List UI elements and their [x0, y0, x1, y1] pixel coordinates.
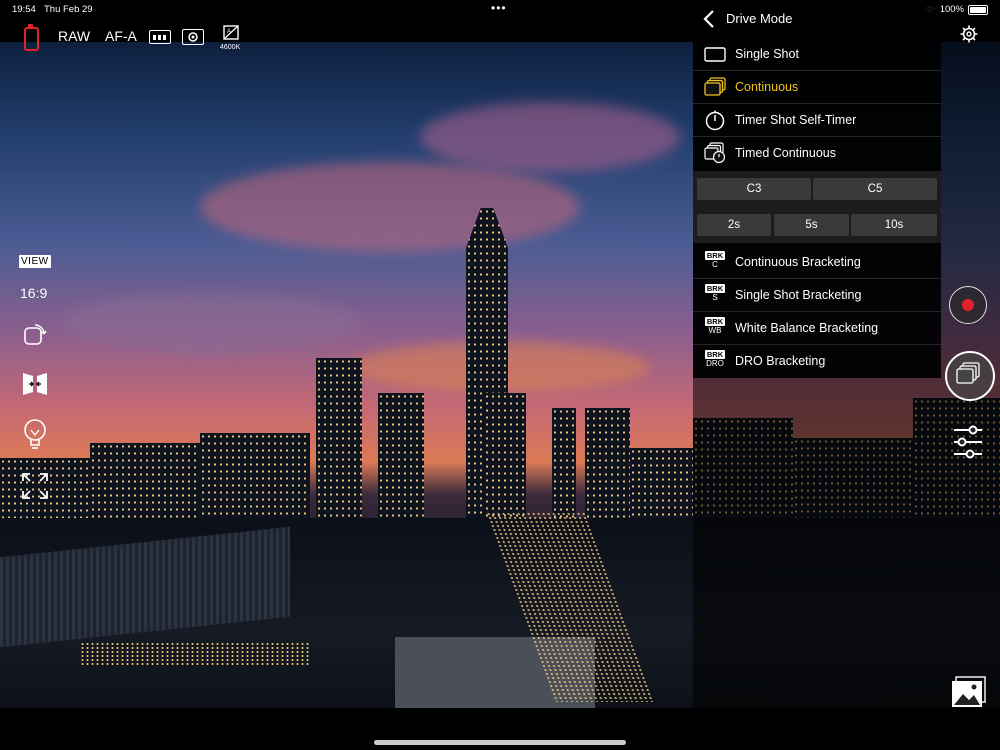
street-lights: [80, 642, 310, 666]
continuous-icon: [704, 77, 726, 96]
drive-mode-label: Continuous: [735, 80, 799, 94]
timer-option-5s[interactable]: 5s: [774, 214, 849, 236]
bracketing-white-balance[interactable]: BRK WB White Balance Bracketing: [693, 311, 941, 345]
timer-option-10s[interactable]: 10s: [851, 214, 937, 236]
drive-mode-panel: Drive Mode Single Shot Continuous Timer …: [693, 0, 941, 378]
white-balance-value: 4600K: [220, 44, 241, 51]
drive-mode-timed-continuous[interactable]: Timed Continuous: [693, 136, 941, 169]
drive-options: C3 C5 2s 5s 10s: [693, 171, 941, 243]
timed-continuous-icon: [704, 142, 726, 164]
raw-button[interactable]: RAW: [58, 28, 90, 44]
status-date: Thu Feb 29: [44, 4, 93, 15]
drive-mode-label: Timer Shot Self-Timer: [735, 113, 857, 127]
bracketing-continuous[interactable]: BRK C Continuous Bracketing: [693, 245, 941, 279]
metering-icon[interactable]: [182, 29, 204, 45]
shutter-button[interactable]: [945, 351, 995, 401]
single-shot-icon: [704, 47, 726, 62]
bracket-badge-icon: BRK DRO: [705, 350, 725, 368]
continuous-icon: [956, 362, 980, 384]
cloud: [420, 102, 680, 172]
bracket-badge-icon: BRK WB: [705, 317, 725, 335]
bracket-badge-icon: BRK S: [705, 284, 725, 302]
bracketing-label: White Balance Bracketing: [735, 321, 879, 335]
panel-title: Drive Mode: [726, 11, 793, 26]
rotate-icon[interactable]: [22, 322, 48, 348]
record-button[interactable]: [949, 286, 987, 324]
cloud: [60, 292, 360, 352]
status-time: 19:54: [12, 4, 36, 15]
drive-mode-timer[interactable]: Timer Shot Self-Timer: [693, 103, 941, 137]
bracketing-label: DRO Bracketing: [735, 354, 826, 368]
svg-text:A: A: [227, 29, 231, 35]
fullscreen-icon[interactable]: [21, 472, 49, 500]
white-balance-icon[interactable]: A 4600K: [220, 25, 244, 51]
bracketing-dro[interactable]: BRK DRO DRO Bracketing: [693, 344, 941, 377]
af-mode-button[interactable]: AF-A: [105, 28, 137, 44]
bracketing-label: Single Shot Bracketing: [735, 288, 862, 302]
continuous-option-c3[interactable]: C3: [697, 178, 811, 200]
bracket-badge-icon: BRK C: [705, 251, 725, 269]
lightbulb-icon[interactable]: [22, 418, 48, 452]
drive-mode-single-shot[interactable]: Single Shot: [693, 37, 941, 71]
right-rail: [941, 0, 1000, 708]
bottom-bar: [0, 708, 1000, 750]
drive-mode-continuous[interactable]: Continuous: [693, 70, 941, 104]
drive-mode-label: Timed Continuous: [735, 146, 836, 160]
home-indicator[interactable]: [374, 740, 626, 745]
aspect-ratio-button[interactable]: 16:9: [20, 285, 47, 301]
panel-header: Drive Mode: [693, 0, 941, 40]
flip-icon[interactable]: [21, 370, 49, 398]
timer-icon: [705, 110, 725, 131]
timer-option-2s[interactable]: 2s: [697, 214, 771, 236]
drive-mode-label: Single Shot: [735, 47, 799, 61]
gear-icon[interactable]: [960, 25, 978, 43]
more-dots-icon[interactable]: •••: [491, 1, 507, 15]
card-icon[interactable]: [149, 30, 171, 44]
top-toolbar: RAW AF-A: [0, 20, 693, 44]
back-chevron-icon[interactable]: [703, 9, 715, 29]
bracketing-single-shot[interactable]: BRK S Single Shot Bracketing: [693, 278, 941, 312]
camera-battery-icon: [24, 24, 39, 51]
view-button[interactable]: VIEW: [19, 255, 51, 268]
sliders-icon[interactable]: [953, 425, 983, 459]
bracketing-label: Continuous Bracketing: [735, 255, 861, 269]
gallery-icon[interactable]: [951, 676, 987, 708]
cloud: [200, 162, 580, 252]
continuous-option-c5[interactable]: C5: [813, 178, 937, 200]
